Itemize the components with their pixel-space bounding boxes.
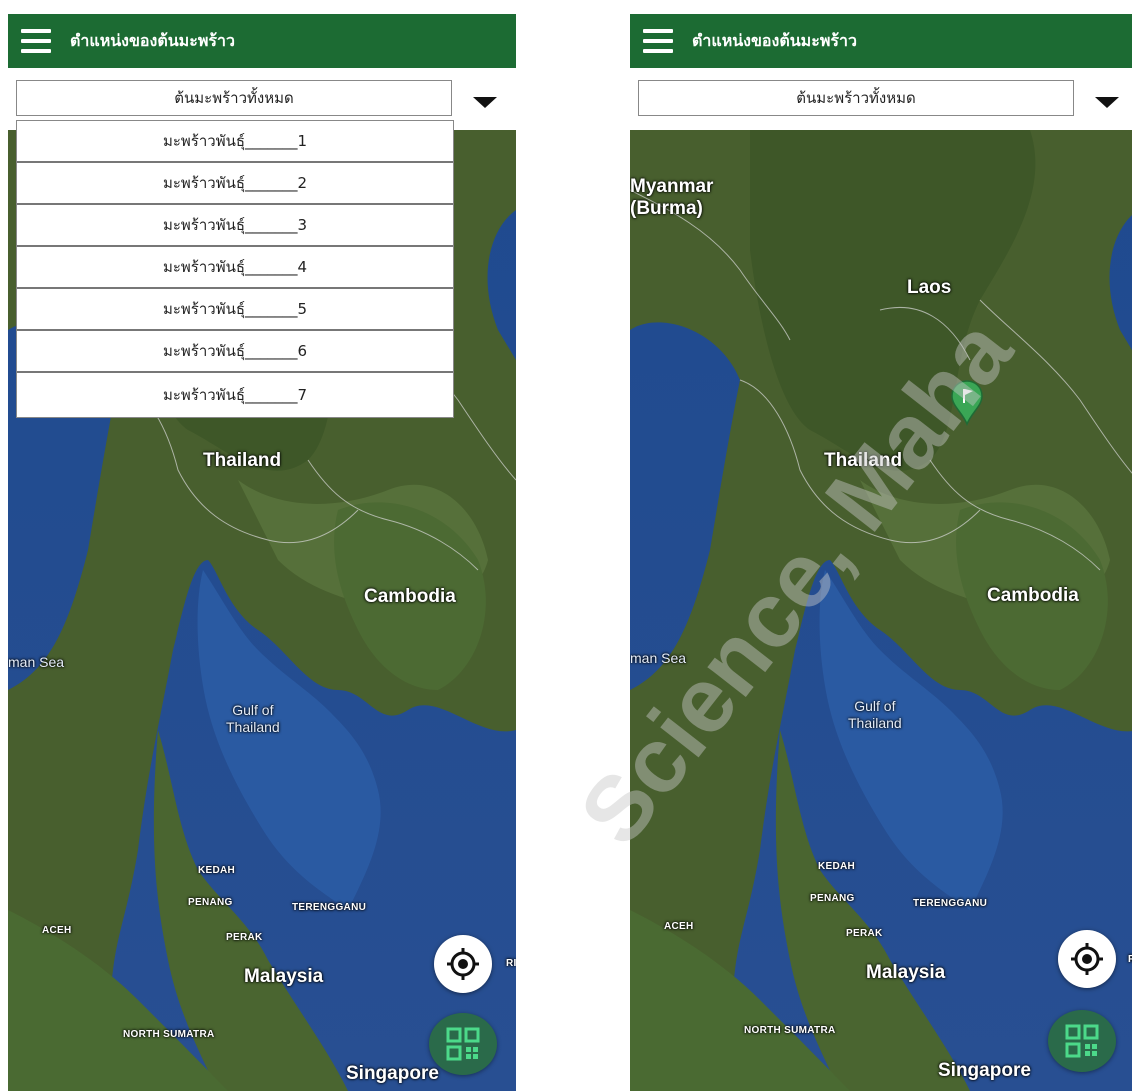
map-label-cambodia: Cambodia (987, 585, 1079, 606)
map-label-gulf-line2: Thailand (226, 719, 280, 735)
locate-me-button[interactable] (1058, 930, 1116, 988)
map-label-kedah: KEDAH (818, 861, 856, 872)
locate-me-button[interactable] (434, 935, 492, 993)
map-label-cambodia: Cambodia (364, 586, 456, 607)
map-label-singapore: Singapore (938, 1060, 1031, 1081)
map-label-malaysia: Malaysia (866, 962, 946, 983)
map-label-singapore: Singapore (346, 1063, 439, 1084)
map-label-gulf-of-thailand: Gulf of Thailand (226, 702, 280, 736)
map-label-penang: PENANG (188, 897, 233, 908)
caret-down-icon[interactable] (1095, 97, 1119, 108)
dropdown-option-4[interactable]: มะพร้าวพันธุ์_______4 (17, 247, 453, 289)
map-label-gulf-line2: Thailand (848, 715, 902, 731)
screen-dropdown-open: Thailand Cambodia man Sea Gulf of Thaila… (8, 14, 516, 1091)
map-label-myanmar: Myanmar (630, 176, 714, 197)
qr-code-icon (1065, 1024, 1099, 1058)
map-label-kedah: KEDAH (198, 865, 236, 876)
variety-dropdown-list: มะพร้าวพันธุ์_______1 มะพร้าวพันธุ์_____… (16, 120, 454, 418)
dropdown-option-7[interactable]: มะพร้าวพันธุ์_______7 (17, 373, 453, 417)
map-label-terengganu: TERENGGANU (292, 902, 367, 913)
map-label-terengganu: TERENGGANU (913, 898, 988, 909)
map-label-burma: (Burma) (630, 198, 703, 219)
map-terrain (630, 130, 1132, 1091)
map-label-penang: PENANG (810, 893, 855, 904)
dropdown-option-5[interactable]: มะพร้าวพันธุ์_______5 (17, 289, 453, 331)
map-label-andaman-sea: man Sea (8, 654, 65, 670)
crosshair-icon (1071, 943, 1103, 975)
dropdown-option-6[interactable]: มะพร้าวพันธุ์_______6 (17, 331, 453, 373)
map-label-perak: PERAK (226, 932, 263, 943)
map-label-edge: RI (1128, 954, 1132, 965)
map-label-malaysia: Malaysia (244, 966, 324, 987)
satellite-map[interactable]: Myanmar (Burma) Laos Thailand Cambodia m… (630, 130, 1132, 1091)
variety-select[interactable]: ต้นมะพร้าวทั้งหมด (638, 80, 1074, 116)
map-label-perak: PERAK (846, 928, 883, 939)
qr-scan-button[interactable] (429, 1013, 497, 1075)
dropdown-option-1[interactable]: มะพร้าวพันธุ์_______1 (17, 121, 453, 163)
crosshair-icon (447, 948, 479, 980)
app-bar: ตำแหน่งของต้นมะพร้าว (630, 14, 1132, 68)
map-label-north-sumatra: NORTH SUMATRA (123, 1029, 215, 1040)
hamburger-icon[interactable] (643, 29, 673, 53)
qr-code-icon (446, 1027, 480, 1061)
hamburger-icon[interactable] (21, 29, 51, 53)
dropdown-option-3[interactable]: มะพร้าวพันธุ์_______3 (17, 205, 453, 247)
map-label-aceh: ACEH (664, 921, 694, 932)
map-label-north-sumatra: NORTH SUMATRA (744, 1025, 836, 1036)
map-label-gulf-line1: Gulf of (854, 698, 896, 714)
app-bar: ตำแหน่งของต้นมะพร้าว (8, 14, 516, 68)
qr-scan-button[interactable] (1048, 1010, 1116, 1072)
map-label-aceh: ACEH (42, 925, 72, 936)
app-title: ตำแหน่งของต้นมะพร้าว (70, 30, 235, 50)
dropdown-option-2[interactable]: มะพร้าวพันธุ์_______2 (17, 163, 453, 205)
caret-down-icon[interactable] (473, 97, 497, 108)
map-label-gulf-line1: Gulf of (232, 702, 274, 718)
app-title: ตำแหน่งของต้นมะพร้าว (692, 30, 857, 50)
map-label-thailand: Thailand (203, 450, 282, 471)
variety-select[interactable]: ต้นมะพร้าวทั้งหมด (16, 80, 452, 116)
map-label-laos: Laos (907, 277, 952, 298)
map-label-edge: RI (506, 958, 516, 969)
map-label-gulf-of-thailand: Gulf of Thailand (848, 698, 902, 732)
